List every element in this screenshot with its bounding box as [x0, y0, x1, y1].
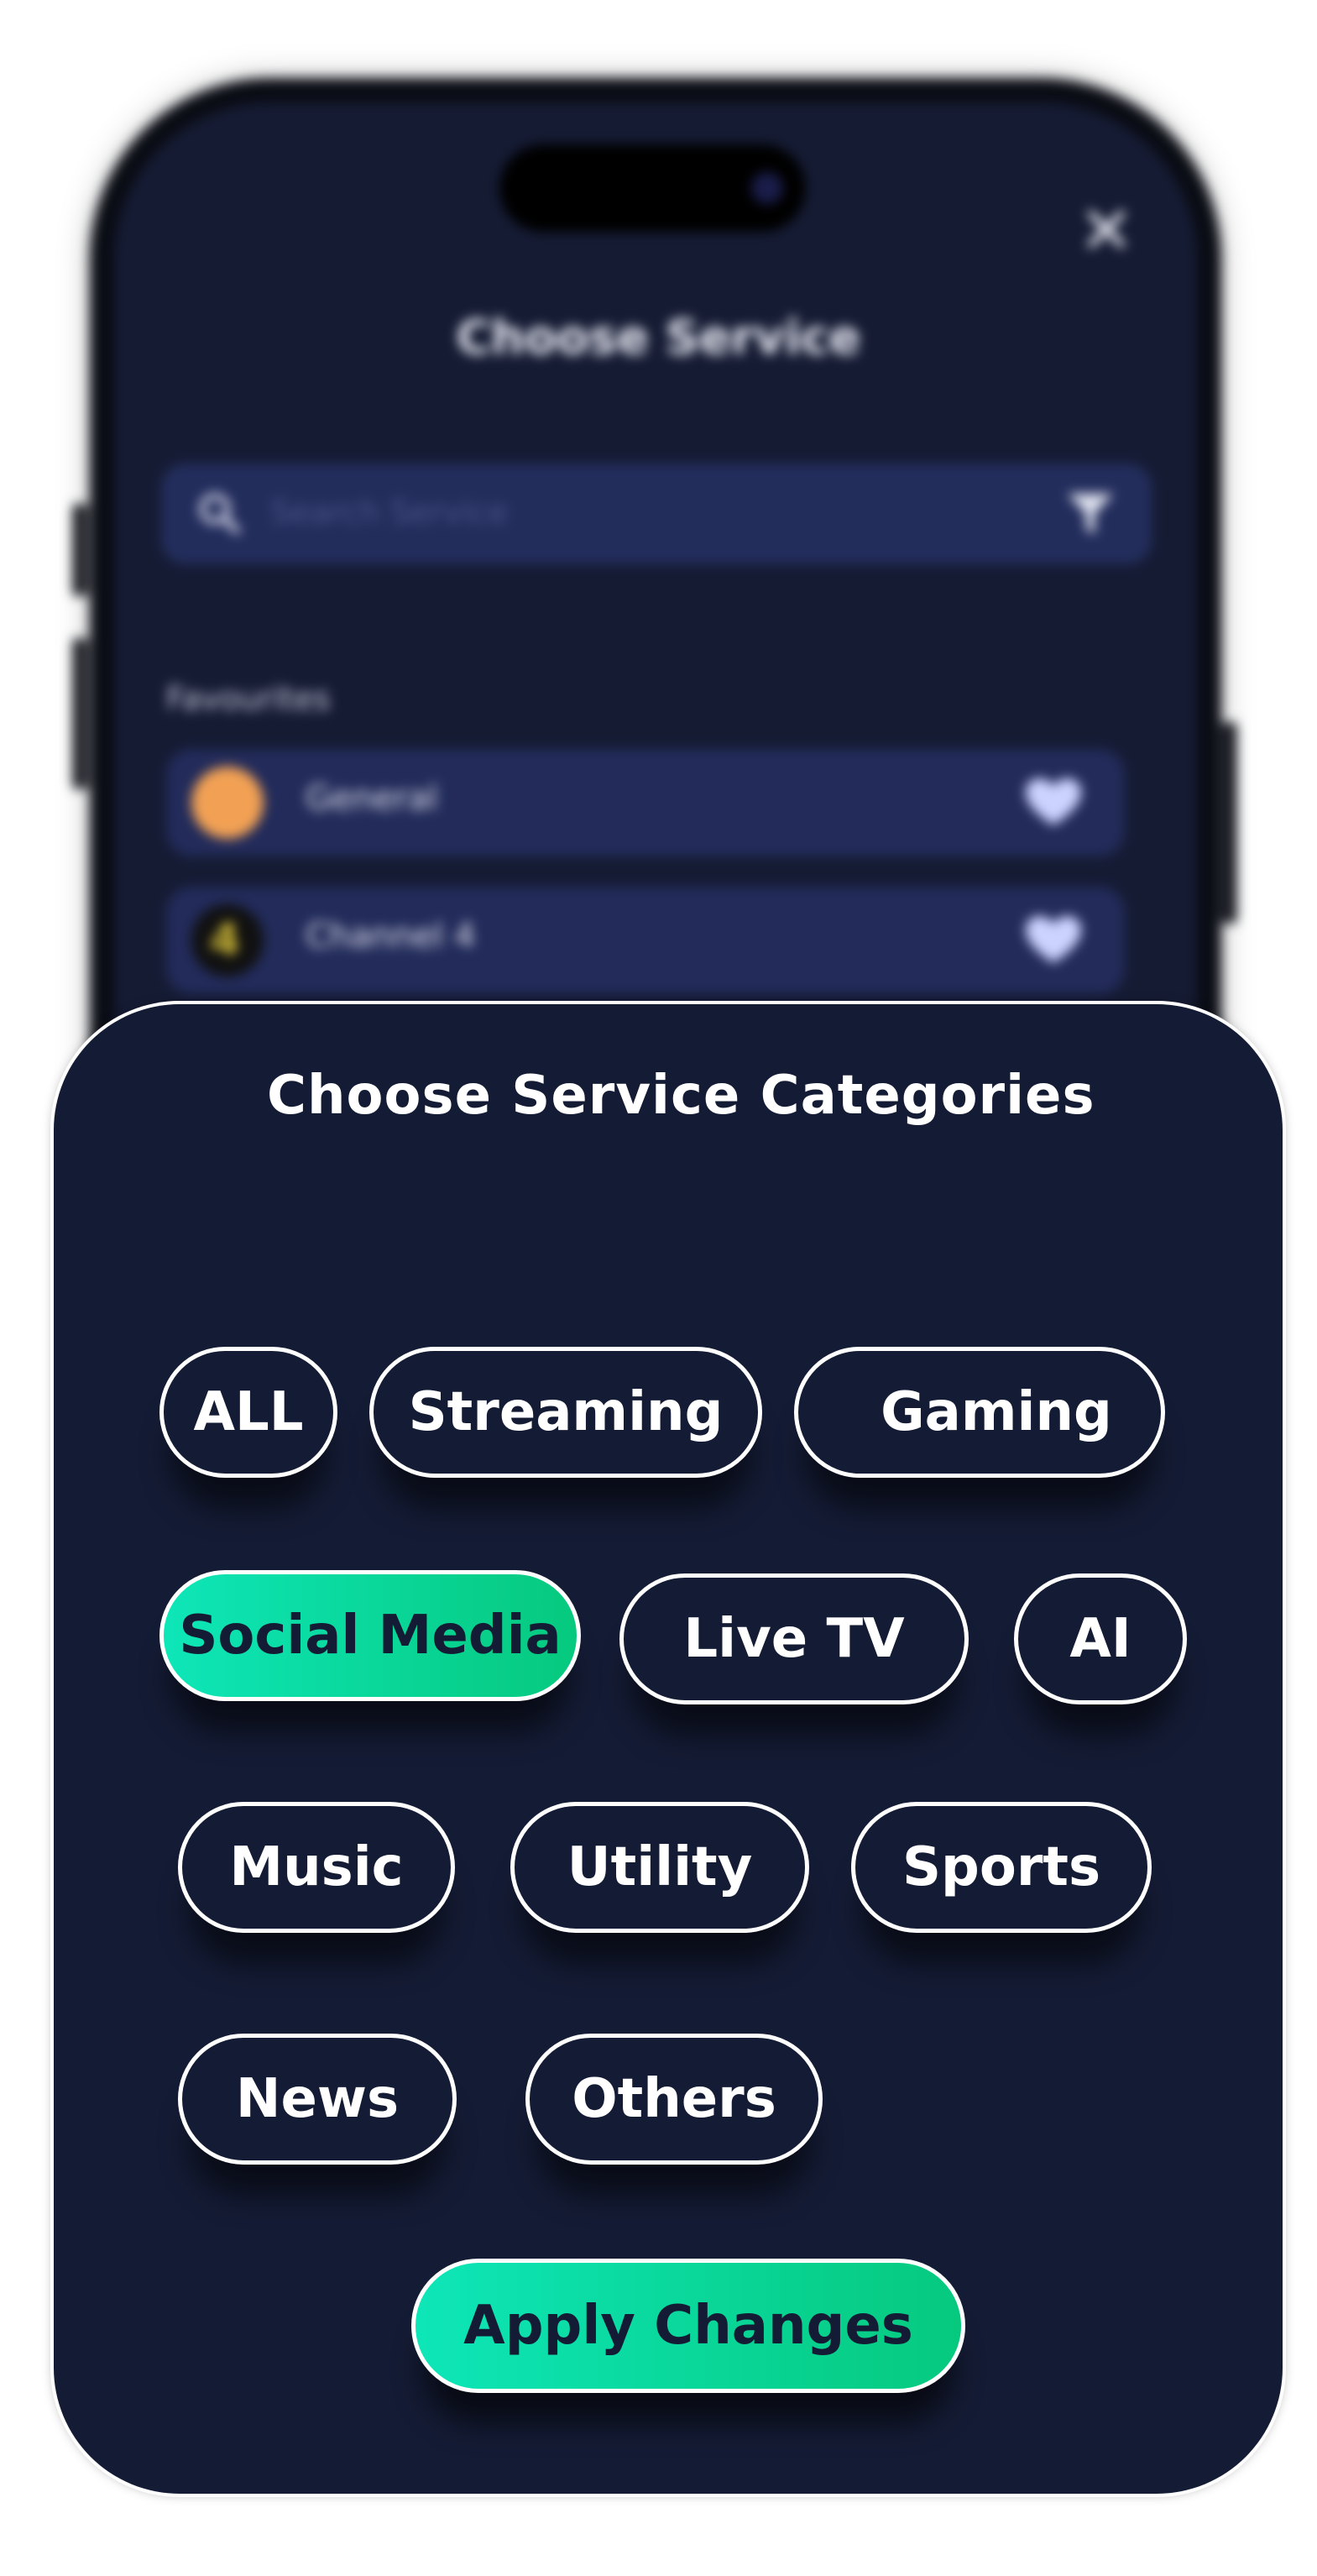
category-chip-streaming[interactable]: Streaming [369, 1347, 762, 1478]
search-icon [199, 493, 240, 534]
list-item-label: General [306, 779, 438, 818]
close-icon[interactable] [1083, 206, 1130, 253]
sheet-title: Choose Service Categories [267, 1065, 1095, 1127]
side-button [1222, 722, 1237, 924]
channel4-mark: 4 [210, 915, 241, 966]
category-chip-utility[interactable]: Utility [510, 1802, 809, 1933]
category-chip-news[interactable]: News [178, 2034, 457, 2165]
camera-icon [751, 172, 783, 204]
filter-icon[interactable] [1063, 485, 1118, 541]
side-button [72, 638, 87, 789]
category-chip-sports[interactable]: Sports [851, 1802, 1152, 1933]
category-chip-gaming[interactable]: Gaming [794, 1347, 1165, 1478]
heart-icon[interactable] [1024, 777, 1083, 829]
category-chip-all[interactable]: ALL [159, 1347, 337, 1478]
category-chip-music[interactable]: Music [178, 1802, 455, 1933]
compass-icon [191, 767, 264, 839]
stage: Choose Service Search Service Favourites… [0, 0, 1317, 2576]
side-button [72, 504, 87, 596]
category-chip-others[interactable]: Others [525, 2034, 823, 2165]
apply-changes-button[interactable]: Apply Changes [411, 2259, 965, 2393]
section-label: Favourites [166, 680, 331, 717]
search-placeholder: Search Service [270, 494, 509, 531]
heart-icon[interactable] [1024, 914, 1083, 966]
background-title: Choose Service [456, 311, 861, 365]
category-chip-live-tv[interactable]: Live TV [619, 1573, 969, 1704]
list-item-label: Channel 4 [306, 917, 476, 956]
category-chip-ai[interactable]: AI [1014, 1573, 1187, 1704]
category-chip-social-media[interactable]: Social Media [159, 1570, 581, 1701]
